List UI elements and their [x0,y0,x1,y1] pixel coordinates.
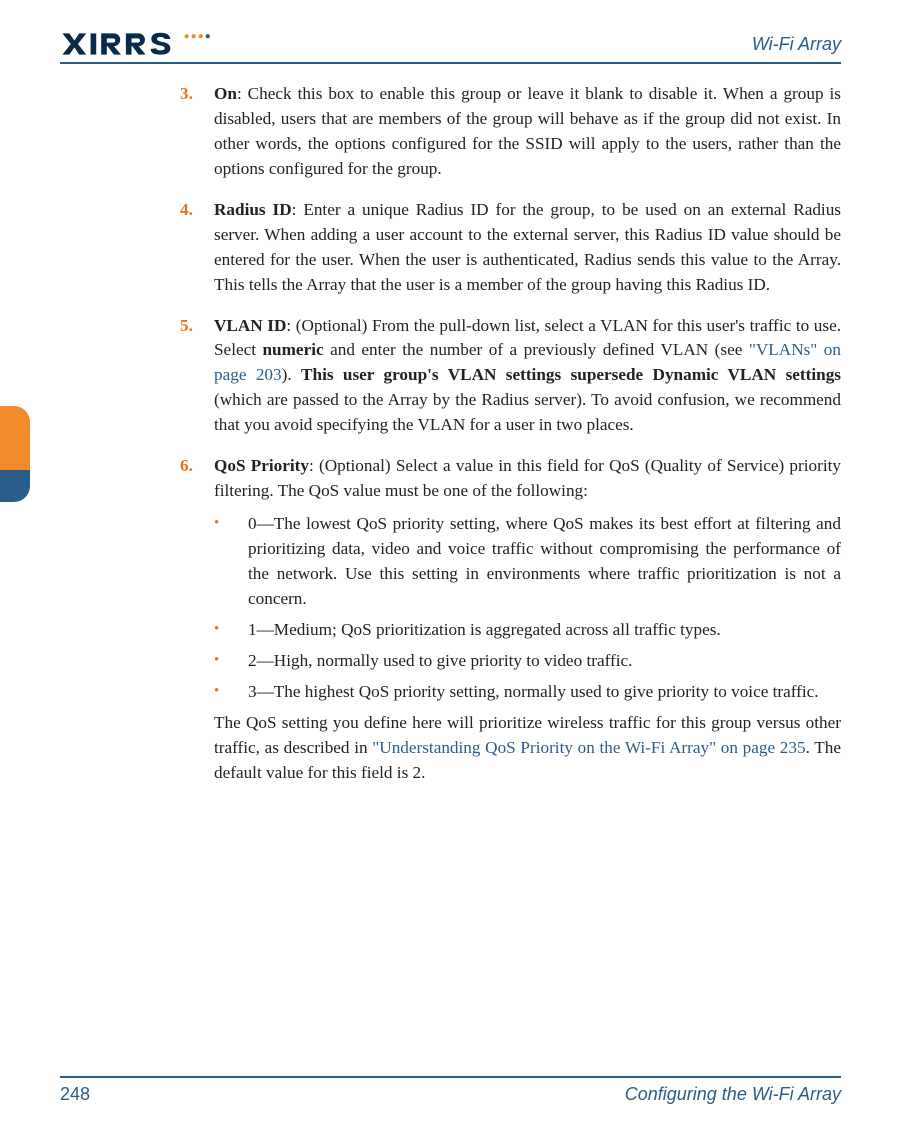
item-body: QoS Priority: (Optional) Select a value … [214,454,841,785]
item-body: Radius ID: Enter a unique Radius ID for … [214,198,841,298]
item-number: 3. [180,82,214,182]
sub-item: • 3—The highest QoS priority setting, no… [214,680,841,705]
header: Wi-Fi Array [60,32,841,56]
sub-text: 3—The highest QoS priority setting, norm… [248,680,841,705]
content: 3. On: Check this box to enable this gro… [60,64,841,785]
list-item-4: 4. Radius ID: Enter a unique Radius ID f… [180,198,841,298]
item-title: VLAN ID [214,316,286,335]
text-segment-bold: numeric [263,340,324,359]
item-number: 5. [180,314,214,439]
text-segment: and enter the number of a previously def… [324,340,749,359]
item-body: VLAN ID: (Optional) From the pull-down l… [214,314,841,439]
item-title: QoS Priority [214,456,309,475]
bullet-icon: • [214,680,248,705]
list-item-5: 5. VLAN ID: (Optional) From the pull-dow… [180,314,841,439]
side-tab [0,406,30,502]
item-text: : Check this box to enable this group or… [214,84,841,178]
item-title: Radius ID [214,200,292,219]
sub-item: • 0—The lowest QoS priority setting, whe… [214,512,841,612]
trailing-paragraph: The QoS setting you define here will pri… [214,711,841,786]
sub-text: 1—Medium; QoS prioritization is aggregat… [248,618,841,643]
footer: 248 Configuring the Wi-Fi Array [60,1072,841,1105]
item-number: 6. [180,454,214,785]
bullet-icon: • [214,649,248,674]
item-text: : (Optional) Select a value in this fiel… [214,456,841,500]
sub-item: • 1—Medium; QoS prioritization is aggreg… [214,618,841,643]
item-title: On [214,84,237,103]
brand-logo [60,32,220,56]
bullet-icon: • [214,618,248,643]
cross-reference-link[interactable]: "Understanding QoS Priority on the Wi-Fi… [372,738,805,757]
page-number: 248 [60,1084,90,1105]
list-item-6: 6. QoS Priority: (Optional) Select a val… [180,454,841,785]
footer-rule [60,1076,841,1078]
sub-text: 0—The lowest QoS priority setting, where… [248,512,841,612]
list-item-3: 3. On: Check this box to enable this gro… [180,82,841,182]
text-segment: ). [282,365,301,384]
sub-list: • 0—The lowest QoS priority setting, whe… [214,512,841,705]
section-title: Configuring the Wi-Fi Array [625,1084,841,1105]
text-segment-bold: This user group's VLAN settings supersed… [301,365,841,384]
sub-item: • 2—High, normally used to give priority… [214,649,841,674]
item-body: On: Check this box to enable this group … [214,82,841,182]
sub-text: 2—High, normally used to give priority t… [248,649,841,674]
page: Wi-Fi Array 3. On: Check this box to ena… [0,0,901,1137]
bullet-icon: • [214,512,248,612]
item-number: 4. [180,198,214,298]
text-segment: (which are passed to the Array by the Ra… [214,390,841,434]
doc-title: Wi-Fi Array [752,34,841,55]
item-text: : Enter a unique Radius ID for the group… [214,200,841,294]
